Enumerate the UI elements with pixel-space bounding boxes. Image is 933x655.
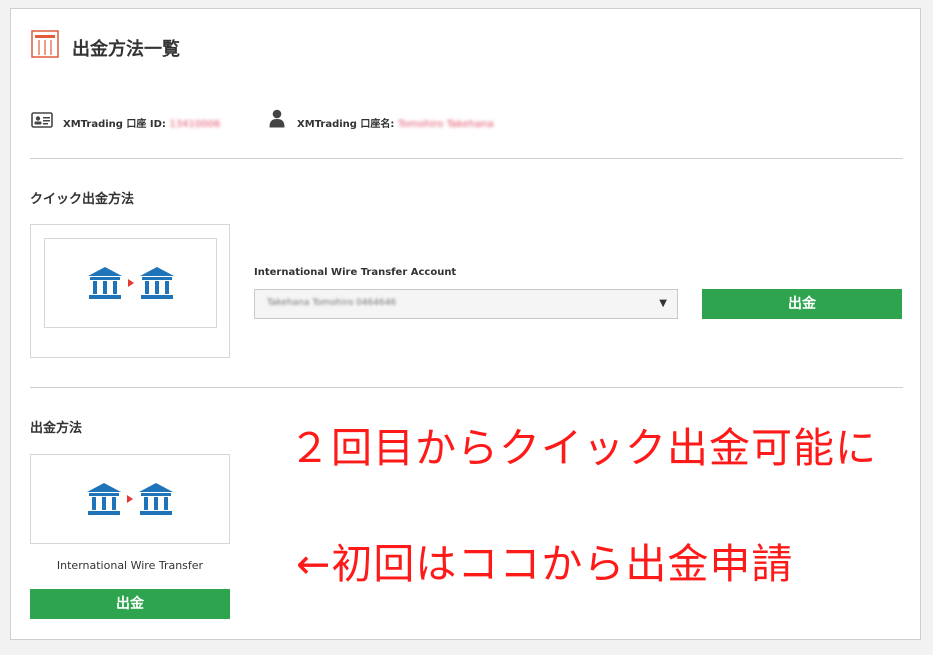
bank-icon <box>139 483 173 515</box>
wire-account-label: International Wire Transfer Account <box>254 267 457 278</box>
account-id-label: XMTrading 口座 ID: <box>63 119 166 130</box>
annotation-first-time: ←初回はココから出金申請 <box>296 540 794 588</box>
arrow-right-icon <box>127 495 133 503</box>
divider <box>30 387 903 388</box>
account-id: XMTrading 口座 ID: 13410006 <box>63 115 220 130</box>
divider <box>30 158 903 159</box>
withdrawal-panel: 出金方法一覧 XMTrading 口座 ID: 13410006 XMTradi… <box>10 8 921 640</box>
account-id-value: 13410006 <box>169 119 221 130</box>
account-name-value: Tomohiro Takehana <box>397 119 494 130</box>
account-name: XMTrading 口座名: Tomohiro Takehana <box>297 115 494 130</box>
page-title: 出金方法一覧 <box>72 39 180 60</box>
quick-method-inner <box>44 238 217 328</box>
quick-method-card[interactable] <box>30 224 230 358</box>
bank-icon <box>87 483 121 515</box>
withdrawal-list-icon <box>31 30 59 58</box>
bank-transfer-icon <box>45 239 216 327</box>
wire-withdraw-button[interactable]: 出金 <box>30 589 230 619</box>
quick-section-title: クイック出金方法 <box>30 192 135 207</box>
bank-icon <box>139 267 174 299</box>
quick-withdraw-button[interactable]: 出金 <box>702 289 902 319</box>
wire-account-select-value: Takehana Tomohiro 0464646 <box>267 298 397 308</box>
methods-section-title: 出金方法 <box>30 421 83 436</box>
account-name-label: XMTrading 口座名: <box>297 119 395 130</box>
user-icon <box>269 109 285 128</box>
annotation-quick: ２回目からクイック出金可能に <box>289 424 877 472</box>
wire-account-select[interactable]: Takehana Tomohiro 0464646 ▼ <box>254 289 678 319</box>
method-card-wire[interactable] <box>30 454 230 544</box>
bank-transfer-icon <box>31 455 229 543</box>
arrow-right-icon <box>127 279 134 287</box>
id-card-icon <box>31 112 53 128</box>
method-caption-wire: International Wire Transfer <box>56 559 204 572</box>
bank-icon <box>87 267 122 299</box>
chevron-down-icon: ▼ <box>659 298 667 309</box>
